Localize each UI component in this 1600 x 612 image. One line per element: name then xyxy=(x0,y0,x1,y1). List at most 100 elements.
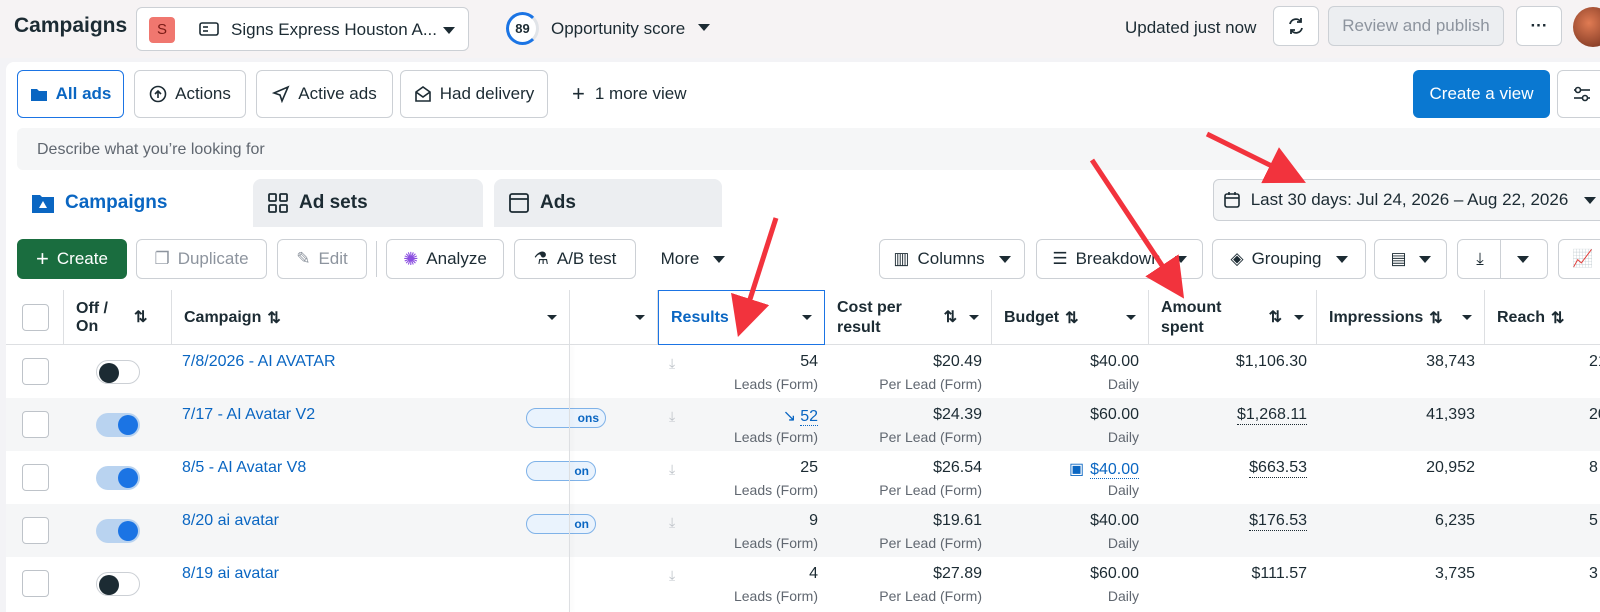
table-row[interactable]: 8/19 ai avatar ⤓ 4 Leads (Form) $27.89 Per Le… xyxy=(6,557,1600,610)
table-row[interactable]: 8/20 ai avatar on ⤓ 9 Leads (Form) $19.61 Per … xyxy=(6,504,1600,557)
col-cost-per-result[interactable]: Cost per result ⇅ xyxy=(825,290,992,345)
budget-type: Daily xyxy=(1107,535,1139,551)
opportunity-score-gauge[interactable]: 89 xyxy=(506,12,539,45)
col-reach[interactable]: Reach ⇅ xyxy=(1485,290,1600,345)
row-checkbox[interactable] xyxy=(22,570,49,597)
campaign-name-link[interactable]: 8/20 ai avatar xyxy=(182,512,279,530)
cost-per-result-type: Per Lead (Form) xyxy=(879,482,982,498)
view-settings-button[interactable] xyxy=(1557,70,1600,118)
campaign-name-link[interactable]: 7/8/2026 - AI AVATAR xyxy=(182,353,336,371)
sort-icon: ⇅ xyxy=(1268,308,1282,326)
col-hidden xyxy=(570,290,658,345)
more-label: More xyxy=(660,249,700,268)
col-campaign[interactable]: Campaign ⇅ xyxy=(172,290,570,345)
folder-icon xyxy=(30,89,47,101)
select-all-checkbox[interactable] xyxy=(22,304,49,331)
view-tab-actions[interactable]: Actions xyxy=(134,70,246,118)
columns-button[interactable]: ▥ Columns xyxy=(879,239,1025,279)
chevron-down-icon xyxy=(1516,255,1529,263)
plus-icon: + xyxy=(572,81,585,106)
delivery-toggle[interactable] xyxy=(96,360,140,384)
delivery-toggle[interactable] xyxy=(96,466,140,490)
more-actions-button[interactable]: More xyxy=(648,239,738,279)
create-view-button[interactable]: Create a view xyxy=(1413,70,1550,118)
tab-campaigns[interactable]: Campaigns xyxy=(17,179,246,227)
cost-per-result-value: $27.89 xyxy=(933,565,982,582)
results-value[interactable]: 52 xyxy=(800,408,818,426)
download-icon[interactable]: ⤓ xyxy=(669,461,681,477)
export-button[interactable]: ⤓ xyxy=(1457,239,1548,279)
budget-value[interactable]: $40.00 xyxy=(1090,461,1139,479)
table-row[interactable]: 7/8/2026 - AI AVATAR ⤓ 54 Leads (Form) $20.4… xyxy=(6,345,1600,398)
more-views-link[interactable]: +1 more view xyxy=(572,81,687,106)
opportunity-score-label[interactable]: Opportunity score xyxy=(551,19,685,39)
delivery-toggle[interactable] xyxy=(96,413,140,437)
download-icon[interactable]: ⤓ xyxy=(669,408,681,424)
budget-type: Daily xyxy=(1107,376,1139,392)
reach-value: 3 xyxy=(1589,565,1598,582)
tab-ads[interactable]: Ads xyxy=(494,179,722,227)
account-selector[interactable]: S Signs Express Houston A... xyxy=(136,7,469,51)
amount-spent-value[interactable]: $176.53 xyxy=(1249,512,1307,531)
col-results[interactable]: Results ↓ xyxy=(658,290,825,345)
grouping-button[interactable]: ◈ Grouping xyxy=(1212,239,1366,279)
view-tab-had-delivery[interactable]: Had delivery xyxy=(400,70,548,118)
duplicate-label: Duplicate xyxy=(177,249,249,268)
date-range-picker[interactable]: Last 30 days: Jul 24, 2026 – Aug 22, 202… xyxy=(1213,179,1600,221)
delivery-toggle[interactable] xyxy=(96,519,140,543)
campaign-name-link[interactable]: 7/17 - AI Avatar V2 xyxy=(182,406,315,424)
col-budget[interactable]: Budget ⇅ xyxy=(992,290,1149,345)
account-avatar: S xyxy=(149,17,175,43)
table-row[interactable]: 7/17 - AI Avatar V2 ons ⤓ ↘ 52 Leads (Form) $2… xyxy=(6,398,1600,451)
row-checkbox[interactable] xyxy=(22,464,49,491)
col-impressions-label: Impressions xyxy=(1329,308,1424,326)
refresh-button[interactable] xyxy=(1273,6,1319,46)
view-tab-all-ads[interactable]: All ads xyxy=(17,70,124,118)
view-tab-active-ads[interactable]: Active ads xyxy=(256,70,393,118)
chevron-down-icon[interactable] xyxy=(698,24,710,31)
budget-value: $40.00 xyxy=(1090,353,1139,370)
results-value: 25 xyxy=(800,459,818,476)
sparkle-icon: ✺ xyxy=(403,248,419,269)
review-publish-button[interactable]: Review and publish xyxy=(1328,6,1504,46)
chevron-down-icon xyxy=(1294,315,1304,320)
sort-icon: ⇅ xyxy=(134,308,148,326)
download-icon[interactable]: ⤓ xyxy=(669,514,681,530)
col-off-on[interactable]: Off / On ⇅ xyxy=(64,290,172,345)
budget-cell: $60.00 xyxy=(1090,406,1139,424)
chart-button[interactable]: 📈 xyxy=(1558,239,1600,279)
download-icon[interactable]: ⤓ xyxy=(669,355,681,371)
ab-test-button[interactable]: ⚗ A/B test xyxy=(514,239,636,279)
row-checkbox[interactable] xyxy=(22,358,49,385)
more-options-button[interactable]: ··· xyxy=(1516,6,1562,46)
duplicate-button[interactable]: ❐ Duplicate xyxy=(136,239,267,279)
col-impressions[interactable]: Impressions ⇅ xyxy=(1317,290,1485,345)
col-amount-spent[interactable]: Amount spent ⇅ xyxy=(1149,290,1317,345)
delivery-toggle[interactable] xyxy=(96,572,140,596)
row-checkbox[interactable] xyxy=(22,411,49,438)
edit-button[interactable]: ✎ Edit xyxy=(277,239,367,279)
create-button[interactable]: + Create xyxy=(17,239,127,279)
amount-spent-value[interactable]: $663.53 xyxy=(1249,459,1307,478)
analyze-label: Analyze xyxy=(426,249,487,268)
cost-per-result-value: $24.39 xyxy=(933,406,982,423)
updated-status: Updated just now xyxy=(1125,18,1257,37)
view-tab-label: Active ads xyxy=(298,84,377,103)
campaign-name-link[interactable]: 8/5 - AI Avatar V8 xyxy=(182,459,306,477)
row-checkbox[interactable] xyxy=(22,517,49,544)
impressions-value: 6,235 xyxy=(1434,512,1475,529)
tab-ad-sets[interactable]: Ad sets xyxy=(253,179,483,227)
reports-button[interactable]: ▤ xyxy=(1374,239,1447,279)
amount-spent-value[interactable]: $1,268.11 xyxy=(1237,406,1307,425)
chevron-down-icon xyxy=(802,315,812,320)
download-icon: ⤓ xyxy=(1476,249,1484,268)
campaign-name-link[interactable]: 8/19 ai avatar xyxy=(182,565,279,583)
search-input[interactable]: Describe what you’re looking for xyxy=(17,128,1600,170)
columns-label: Columns xyxy=(917,249,985,268)
analyze-button[interactable]: ✺ Analyze xyxy=(386,239,504,279)
table-row[interactable]: 8/5 - AI Avatar V8 on ⤓ 25 Leads (Form) $26.5… xyxy=(6,451,1600,504)
download-icon[interactable]: ⤓ xyxy=(669,567,681,583)
breakdown-label: Breakdown xyxy=(1075,249,1161,268)
actions-icon xyxy=(149,85,167,103)
breakdown-button[interactable]: ☰ Breakdown xyxy=(1036,239,1203,279)
